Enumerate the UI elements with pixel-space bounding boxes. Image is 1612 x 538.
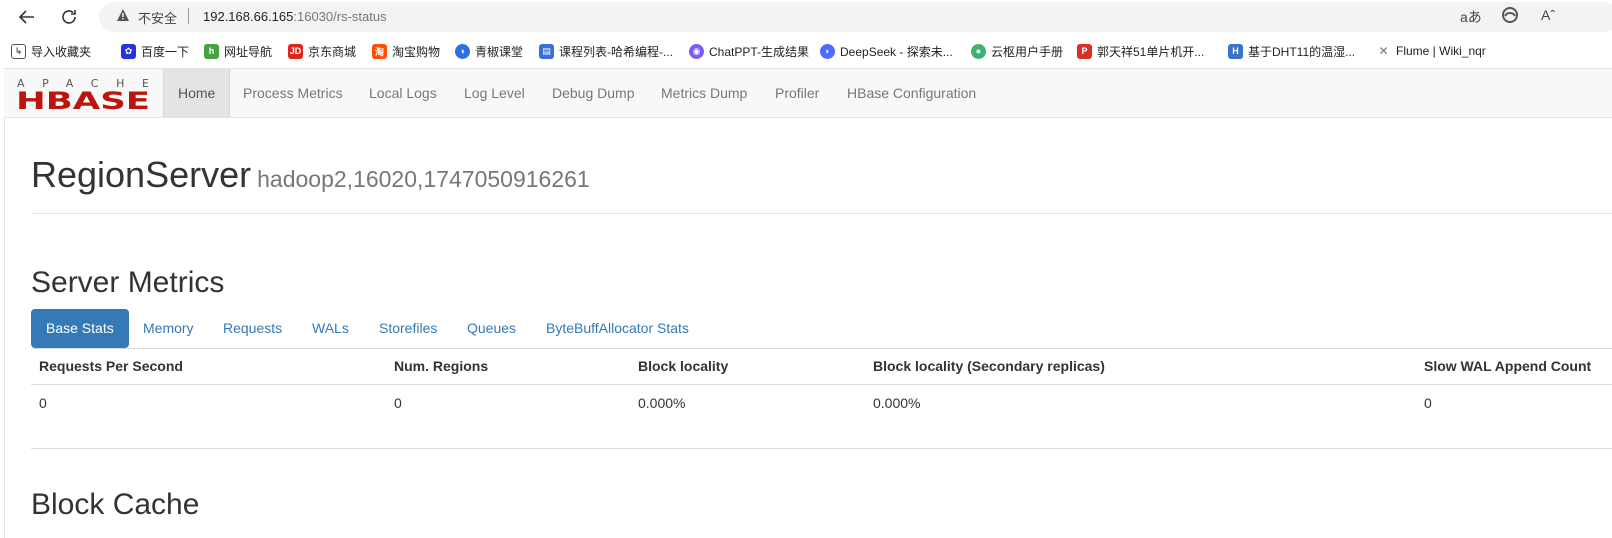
import-icon: ↳ <box>11 43 26 59</box>
nav-log-level[interactable]: Log Level <box>450 69 539 118</box>
bookmark-label: 青椒课堂 <box>475 44 524 59</box>
doc-icon: H <box>1228 43 1243 59</box>
tabs-border <box>31 348 1612 349</box>
bookmark-11[interactable]: H 基于DHT11的温湿... <box>1228 42 1355 60</box>
nav-home[interactable]: Home <box>163 69 231 118</box>
bookmark-5[interactable]: ◖ 青椒课堂 <box>455 42 523 60</box>
bookmark-6[interactable]: ▤ 课程列表-哈希编程-... <box>539 42 673 60</box>
bookmark-label: 郭天祥51单片机开... <box>1097 44 1205 59</box>
table-bottom-divider <box>31 448 1612 449</box>
table-cell: 0 <box>1424 395 1432 411</box>
table-cell: 0.000% <box>873 395 921 411</box>
bookmark-2[interactable]: h 网址导航 <box>204 42 272 60</box>
read-aloud-button[interactable]: aあ <box>1460 7 1482 27</box>
jd-icon: JD <box>288 43 303 59</box>
bookmark-10[interactable]: P 郭天祥51单片机开... <box>1077 42 1204 60</box>
refresh-icon <box>62 10 76 24</box>
bookmark-7[interactable]: ◉ ChatPPT-生成结果 <box>689 42 809 60</box>
tab-queues[interactable]: Queues <box>452 309 531 348</box>
bookmark-label: 课程列表-哈希编程-... <box>559 44 673 59</box>
bookmark-1[interactable]: ✿ 百度一下 <box>121 42 189 60</box>
nav-metrics-dump[interactable]: Metrics Dump <box>647 69 761 118</box>
bookmark-12[interactable]: ✕ Flume | Wiki_nqr <box>1376 42 1486 60</box>
edge-copilot-button[interactable] <box>1501 6 1519 27</box>
server-metrics-heading: Server Metrics <box>31 266 225 299</box>
table-header: Slow WAL Append Count <box>1424 358 1592 374</box>
tab-memory[interactable]: Memory <box>128 309 209 348</box>
nav-local-logs[interactable]: Local Logs <box>355 69 451 118</box>
server-name: hadoop2,16020,1747050916261 <box>257 166 590 192</box>
bookmark-label: 淘宝购物 <box>392 44 441 59</box>
logo-hbase-text: HBASE <box>16 87 150 112</box>
yunshu-icon: ● <box>971 43 986 59</box>
nav-debug-dump[interactable]: Debug Dump <box>538 69 649 118</box>
hbase-logo[interactable]: APACHE HBASE <box>16 76 150 115</box>
bookmark-4[interactable]: 淘淘宝购物 <box>372 42 440 60</box>
tab-requests[interactable]: Requests <box>208 309 297 348</box>
browser-toolbar: 不安全 192.168.66.165:16030/rs-status aあ Aˆ <box>0 0 1612 34</box>
warning-icon[interactable] <box>116 8 130 22</box>
taobao-icon: 淘 <box>372 43 387 59</box>
header-divider <box>31 384 1612 385</box>
table-header: Block locality <box>638 358 729 374</box>
nav-hbase-configuration[interactable]: HBase Configuration <box>833 69 990 118</box>
table-cell: 0 <box>394 395 402 411</box>
page-title: RegionServer hadoop2,16020,1747050916261 <box>31 154 590 196</box>
page-title-text: RegionServer <box>31 154 252 195</box>
deepseek-icon: ◗ <box>820 43 835 59</box>
nav-process-metrics[interactable]: Process Metrics <box>229 69 357 118</box>
table-cell: 0.000% <box>638 395 686 411</box>
reload-button[interactable] <box>56 4 82 30</box>
url-path: :16030/rs-status <box>293 9 387 24</box>
chatppt-icon: ◉ <box>689 43 704 59</box>
bookmark-3[interactable]: JD 京东商城 <box>288 42 356 60</box>
table-header: Block locality (Secondary replicas) <box>873 358 1105 374</box>
pdf-icon: P <box>1077 43 1092 59</box>
qingjiao-icon: ◖ <box>455 43 470 59</box>
tab-wals[interactable]: WALs <box>297 309 364 348</box>
tab-storefiles[interactable]: Storefiles <box>364 309 452 348</box>
bookmark-label: 网址导航 <box>224 44 273 59</box>
bookmark-9[interactable]: ● 云枢用户手册 <box>971 42 1063 60</box>
bookmark-label: 百度一下 <box>141 44 190 59</box>
url-host: 192.168.66.165 <box>203 9 294 24</box>
url-divider <box>188 8 189 24</box>
flume-icon: ✕ <box>1376 43 1391 59</box>
course-icon: ▤ <box>539 43 554 59</box>
url-text[interactable]: 192.168.66.165:16030/rs-status <box>203 9 387 24</box>
table-header: Num. Regions <box>394 358 489 374</box>
table-cell: 0 <box>39 395 47 411</box>
bookmark-label: 基于DHT11的温湿... <box>1248 44 1356 59</box>
font-size-button[interactable]: Aˆ <box>1541 7 1555 23</box>
bookmark-label: DeepSeek - 探索未... <box>840 44 953 59</box>
bookmarks-bar: ↳ 导入收藏夹 ✿ 百度一下 h 网址导航 JD 京东商城 淘淘宝购物 ◖ 青椒课堂 ▤ 课… <box>0 38 1612 64</box>
tab-bytebuffallocator-stats[interactable]: ByteBuffAllocator Stats <box>531 309 704 348</box>
hao-icon: h <box>204 43 219 59</box>
insecure-label[interactable]: 不安全 <box>138 8 177 27</box>
bookmark-0[interactable]: ↳ 导入收藏夹 <box>11 42 91 60</box>
title-divider <box>31 213 1612 214</box>
bookmark-label: Flume | Wiki_nqr <box>1396 44 1486 58</box>
tab-base-stats[interactable]: Base Stats <box>31 309 129 348</box>
nav-profiler[interactable]: Profiler <box>761 69 833 118</box>
bookmark-label: 云枢用户手册 <box>991 44 1064 59</box>
block-cache-heading: Block Cache <box>31 488 200 521</box>
page-frame <box>4 68 1612 538</box>
edge-icon <box>1502 7 1518 23</box>
bookmark-label: 导入收藏夹 <box>31 44 92 59</box>
baidu-icon: ✿ <box>121 43 136 59</box>
table-header: Requests Per Second <box>39 358 183 374</box>
arrow-left-icon <box>18 10 34 24</box>
back-button[interactable] <box>14 4 40 30</box>
bookmark-label: 京东商城 <box>308 44 357 59</box>
bookmark-8[interactable]: ◗ DeepSeek - 探索未... <box>820 42 953 60</box>
bookmark-label: ChatPPT-生成结果 <box>709 44 810 59</box>
